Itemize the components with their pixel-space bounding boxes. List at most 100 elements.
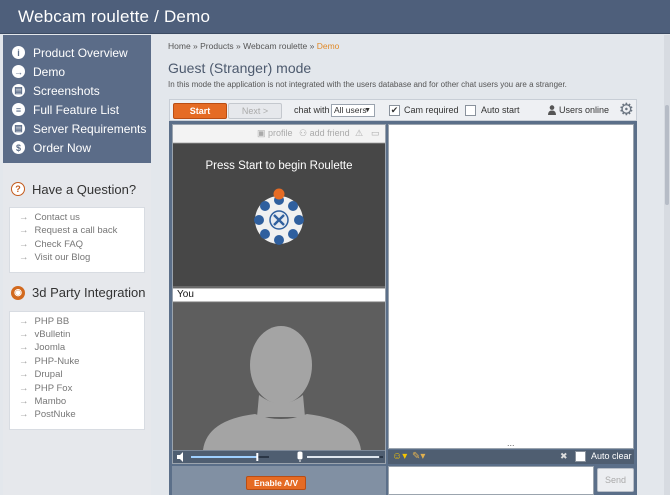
nav-item-server-requirements[interactable]: ▤ Server Requirements — [3, 119, 151, 138]
app-toolbar: Start Next > chat with All users ▼ ✔ Cam … — [169, 99, 637, 121]
arrow-icon: → — [19, 369, 29, 381]
chat-with-value: All users — [334, 105, 367, 115]
nav-item-label: Server Requirements — [33, 121, 147, 136]
breadcrumb-current: Demo — [316, 41, 340, 51]
integration-section-heading: ◉ 3d Party Integration — [3, 281, 151, 305]
nav-item-screenshots[interactable]: ▤ Screenshots — [3, 81, 151, 100]
nav-item-order-now[interactable]: $ Order Now — [3, 138, 151, 157]
integration-link[interactable]: → PHP BB — [10, 316, 144, 329]
arrow-icon: → — [19, 252, 29, 264]
nav-item-product-overview[interactable]: i Product Overview — [3, 43, 151, 62]
add-friend-link[interactable]: ⚇ add friend — [299, 128, 350, 139]
nav-icon: i — [12, 46, 25, 59]
integration-link[interactable]: → PHP Fox — [10, 383, 144, 396]
breadcrumb-home[interactable]: Home — [168, 41, 191, 51]
integration-link[interactable]: → PHP-Nuke — [10, 356, 144, 369]
question-link[interactable]: → Visit our Blog — [10, 252, 144, 265]
auto-start-label: Auto start — [481, 105, 520, 115]
integration-link[interactable]: → Joomla — [10, 342, 144, 355]
integration-link[interactable]: → vBulletin — [10, 329, 144, 342]
cam-required-checkbox[interactable]: ✔ — [389, 105, 400, 116]
next-button[interactable]: Next > — [228, 103, 282, 119]
enable-av-button[interactable]: Enable A/V — [246, 476, 306, 490]
integration-link[interactable]: → Mambo — [10, 396, 144, 409]
user-icon — [548, 105, 556, 115]
chat-input[interactable] — [388, 466, 594, 495]
profile-icon: ▣ — [257, 128, 269, 138]
breadcrumb-section[interactable]: Webcam roulette — [243, 41, 307, 51]
nav-icon: ▤ — [12, 84, 25, 97]
chat-log: ... — [388, 124, 634, 449]
page-title: Guest (Stranger) mode — [168, 60, 312, 76]
integration-link-label: Joomla — [34, 342, 66, 354]
brush-icon[interactable]: ✎▾ — [412, 451, 425, 462]
volume-fill — [191, 456, 258, 458]
arrow-icon: → — [19, 315, 29, 327]
speaker-icon[interactable] — [177, 452, 183, 462]
question-link[interactable]: → Check FAQ — [10, 239, 144, 252]
integration-icon: ◉ — [11, 285, 25, 300]
integration-links: → PHP BB → vBulletin → Joomla → PHP-Nuke → Drupal… — [9, 310, 145, 430]
integration-link[interactable]: → Drupal — [10, 369, 144, 382]
clear-icon[interactable]: ✖ — [560, 451, 568, 462]
avatar-silhouette-icon — [203, 326, 361, 450]
question-link-label: Visit our Blog — [34, 252, 91, 264]
nav-item-label: Demo — [33, 64, 66, 79]
roulette-logo-icon — [254, 188, 304, 245]
breadcrumb-sep: » — [307, 41, 317, 51]
nav-item-label: Full Feature List — [33, 102, 120, 117]
product-nav: i Product Overview → Demo ▤ Screenshots ≡ Full … — [3, 35, 151, 163]
emoticon-icon[interactable]: ☺▾ — [392, 451, 407, 462]
add-friend-icon: ⚇ — [299, 128, 310, 138]
left-sidebar: i Product Overview → Demo ▤ Screenshots ≡ Full … — [3, 35, 151, 495]
users-online-button[interactable]: Users online — [559, 105, 609, 115]
profile-link[interactable]: ▣ profile — [257, 128, 293, 139]
breadcrumb-sep: » — [233, 41, 244, 51]
page-description: In this mode the application is not inte… — [168, 80, 567, 89]
breadcrumb-products[interactable]: Products — [200, 41, 234, 51]
question-link-label: Check FAQ — [34, 238, 84, 250]
send-button[interactable]: Send — [597, 468, 634, 492]
report-icon[interactable]: ⚠ — [355, 128, 363, 139]
question-link[interactable]: → Contact us — [10, 212, 144, 225]
top-header: Webcam roulette / Demo — [0, 0, 670, 34]
start-button[interactable]: Start — [173, 103, 227, 119]
av-controls-svg — [177, 451, 383, 462]
integration-link-label: PHP BB — [34, 315, 70, 327]
nav-item-full-feature-list[interactable]: ≡ Full Feature List — [3, 100, 151, 119]
fullscreen-icon[interactable]: ▭ — [371, 128, 380, 139]
arrow-icon: → — [19, 238, 29, 250]
integration-link-label: Drupal — [34, 369, 63, 381]
scrollbar-thumb[interactable] — [665, 105, 669, 205]
chat-with-select[interactable]: All users ▼ — [331, 104, 375, 117]
settings-gear-icon[interactable]: ⚙ — [619, 101, 634, 119]
self-video — [173, 303, 385, 450]
question-section-heading: ? Have a Question? — [3, 177, 151, 201]
page-scrollbar[interactable] — [664, 35, 670, 495]
checkmark-icon: ✔ — [390, 105, 399, 115]
mic-icon[interactable] — [297, 451, 303, 462]
auto-start-checkbox[interactable] — [465, 105, 476, 116]
question-link[interactable]: → Request a call back — [10, 225, 144, 238]
integration-link[interactable]: → PostNuke — [10, 409, 144, 422]
av-controls — [173, 450, 385, 463]
nav-item-label: Product Overview — [33, 45, 128, 60]
volume-handle[interactable] — [256, 453, 259, 461]
chat-toolbar: ☺▾ ✎▾ ✖ Auto clear — [388, 450, 634, 464]
auto-clear-checkbox[interactable] — [575, 451, 586, 462]
nav-icon: $ — [12, 141, 25, 154]
nav-icon: → — [12, 65, 25, 78]
profile-label: profile — [268, 128, 293, 138]
main-content: Home » Products » Webcam roulette » Demo… — [157, 35, 663, 495]
mic-fill — [307, 456, 380, 458]
stranger-tools: ▣ profile ⚇ add friend ⚠ ▭ — [173, 125, 385, 143]
chat-ellipsis: ... — [507, 438, 515, 448]
question-links: → Contact us → Request a call back → Check FA… — [9, 207, 145, 273]
nav-item-demo[interactable]: → Demo — [3, 62, 151, 81]
you-label: You — [173, 288, 385, 302]
breadcrumb-sep: » — [190, 41, 201, 51]
dropdown-arrow-icon: ▼ — [364, 107, 371, 114]
nav-item-label: Order Now — [33, 140, 92, 155]
arrow-icon: → — [19, 342, 29, 354]
arrow-icon: → — [19, 409, 29, 421]
